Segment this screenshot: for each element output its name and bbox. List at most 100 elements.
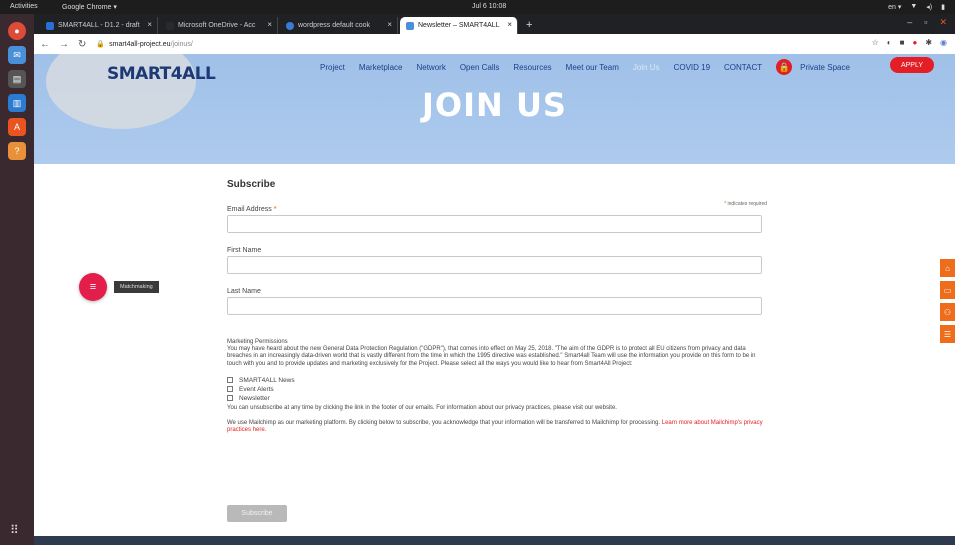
marketing-permissions-text: You may have heard about the new General… (227, 346, 756, 367)
menu-item-private-space[interactable]: Private Space (800, 63, 850, 72)
form-title: Subscribe (227, 179, 276, 190)
email-label-text: Email Address (227, 206, 272, 213)
extension-icon[interactable]: ◐ (887, 38, 892, 47)
back-arrow-icon[interactable]: ← (40, 39, 50, 50)
writer-icon[interactable]: ▥ (8, 94, 26, 112)
matchmaking-label: Matchmaking (114, 281, 159, 293)
email-field[interactable] (227, 215, 762, 233)
web-page: SMART4ALL Project Marketplace Network Op… (34, 54, 955, 536)
side-home-icon[interactable]: ⌂ (940, 259, 955, 277)
mailchimp-notice: We use Mailchimp as our marketing platfo… (227, 420, 767, 434)
forward-arrow-icon[interactable]: → (59, 39, 69, 50)
menu-item-resources[interactable]: Resources (513, 63, 551, 72)
favicon-icon (166, 21, 174, 30)
subscribe-button[interactable]: Subscribe (227, 505, 287, 522)
menu-item-open-calls[interactable]: Open Calls (460, 63, 500, 72)
option-label: Event Alerts (239, 385, 274, 393)
hero-banner: SMART4ALL Project Marketplace Network Op… (34, 54, 955, 164)
matchmaking-menu-button[interactable]: ≡ (79, 273, 107, 301)
required-note: * indicates required (724, 201, 767, 207)
chrome-icon[interactable]: ● (8, 22, 26, 40)
tab-strip: SMART4ALL - D1.2 - draft × Microsoft OneD… (34, 14, 955, 34)
close-tab-icon[interactable]: × (267, 20, 272, 29)
reload-icon[interactable]: ↻ (78, 39, 86, 50)
last-name-field[interactable] (227, 297, 762, 315)
os-top-bar: Activities Google Chrome ▾ Jul 6 10:08 e… (0, 0, 955, 14)
favicon-icon (46, 21, 54, 30)
activities-button[interactable]: Activities (10, 3, 38, 10)
extension-icon[interactable]: ■ (900, 38, 905, 47)
close-tab-icon[interactable]: × (147, 20, 152, 29)
new-tab-button[interactable]: + (520, 17, 538, 34)
required-asterisk: * (724, 201, 727, 207)
apply-button[interactable]: APPLY (890, 57, 934, 73)
thunderbird-icon[interactable]: ✉ (8, 46, 26, 64)
app-menu[interactable]: Google Chrome ▾ (62, 3, 117, 11)
maximize-button[interactable]: ▫ (924, 17, 927, 28)
tab-newsletter[interactable]: Newsletter – SMART4ALL × (400, 17, 518, 34)
side-list-icon[interactable]: ☰ (940, 325, 955, 343)
url-host: smart4all-project.eu (109, 40, 171, 48)
checkbox[interactable] (227, 395, 233, 402)
extension-icons: ☆ ◐ ■ ● ✱ ◉ (872, 38, 947, 47)
page-footer-strip (34, 536, 955, 545)
close-tab-icon[interactable]: × (387, 20, 392, 29)
profile-avatar-icon[interactable]: ◉ (940, 38, 947, 47)
network-icon[interactable]: ▼ (910, 3, 917, 11)
unsubscribe-text: You can unsubscribe at any time by click… (227, 404, 617, 411)
checkbox[interactable] (227, 377, 233, 384)
close-window-button[interactable]: ✕ (939, 17, 947, 28)
nav-buttons: ← → ↻ (40, 39, 86, 50)
required-asterisk: * (273, 206, 277, 213)
menu-item-marketplace[interactable]: Marketplace (359, 63, 403, 72)
last-name-label: Last Name (227, 288, 261, 295)
language-indicator[interactable]: en ▾ (888, 3, 901, 11)
option-event-alerts[interactable]: Event Alerts (227, 385, 767, 394)
tab-label: wordpress default cook (298, 22, 370, 29)
close-tab-icon[interactable]: × (507, 20, 512, 29)
battery-icon[interactable]: ▮ (941, 3, 945, 11)
menu-item-network[interactable]: Network (416, 63, 445, 72)
tab-label: SMART4ALL - D1.2 - draft (58, 22, 140, 29)
option-newsletter[interactable]: Newsletter (227, 394, 767, 403)
software-icon[interactable]: A (8, 118, 26, 136)
required-note-text: indicates required (727, 201, 767, 207)
menu-item-meet-our-team[interactable]: Meet our Team (566, 63, 619, 72)
favicon-icon (406, 21, 414, 30)
first-name-field[interactable] (227, 256, 762, 274)
files-icon[interactable]: ▤ (8, 70, 26, 88)
menu-item-project[interactable]: Project (320, 63, 345, 72)
option-smart4all-news[interactable]: SMART4ALL News (227, 376, 767, 385)
clock[interactable]: Jul 6 10:08 (472, 3, 506, 10)
star-icon[interactable]: ☆ (872, 38, 879, 47)
side-id-card-icon[interactable]: ▭ (940, 281, 955, 299)
mailchimp-text: We use Mailchimp as our marketing platfo… (227, 419, 661, 426)
tab-d12-draft[interactable]: SMART4ALL - D1.2 - draft × (40, 17, 158, 34)
menu-item-join-us[interactable]: Join Us (633, 63, 660, 72)
tab-label: Microsoft OneDrive - Acc (178, 22, 256, 29)
dock: ● ✉ ▤ ▥ A ? ⠿ (0, 14, 34, 545)
lock-icon[interactable]: 🔒 (776, 59, 793, 75)
tab-onedrive[interactable]: Microsoft OneDrive - Acc × (160, 17, 278, 34)
volume-icon[interactable]: ◂) (926, 3, 932, 11)
page-title: JOIN US (422, 86, 567, 124)
site-logo[interactable]: SMART4ALL (107, 64, 216, 84)
menu-item-covid19[interactable]: COVID 19 (674, 63, 710, 72)
minimize-button[interactable]: – (907, 17, 912, 28)
app-grid-icon[interactable]: ⠿ (10, 523, 19, 537)
url-field[interactable]: smart4all-project.eu/joinus/ (109, 41, 193, 48)
help-icon[interactable]: ? (8, 142, 26, 160)
subscribe-form: Subscribe * indicates required Email Add… (227, 179, 767, 522)
puzzle-icon[interactable]: ✱ (925, 38, 932, 47)
lock-icon[interactable]: 🔒 (96, 40, 105, 48)
system-tray[interactable]: en ▾ ▼ ◂) ▮ (888, 3, 945, 11)
side-network-icon[interactable]: ⚇ (940, 303, 955, 321)
tab-wordpress[interactable]: wordpress default cook × (280, 17, 398, 34)
hamburger-icon: ≡ (89, 281, 97, 293)
first-name-label: First Name (227, 247, 262, 254)
url-path: /joinus/ (170, 40, 193, 48)
extension-icon[interactable]: ● (912, 38, 917, 47)
menu-item-contact[interactable]: CONTACT (724, 63, 762, 72)
checkbox[interactable] (227, 386, 233, 393)
option-label: SMART4ALL News (239, 376, 295, 384)
